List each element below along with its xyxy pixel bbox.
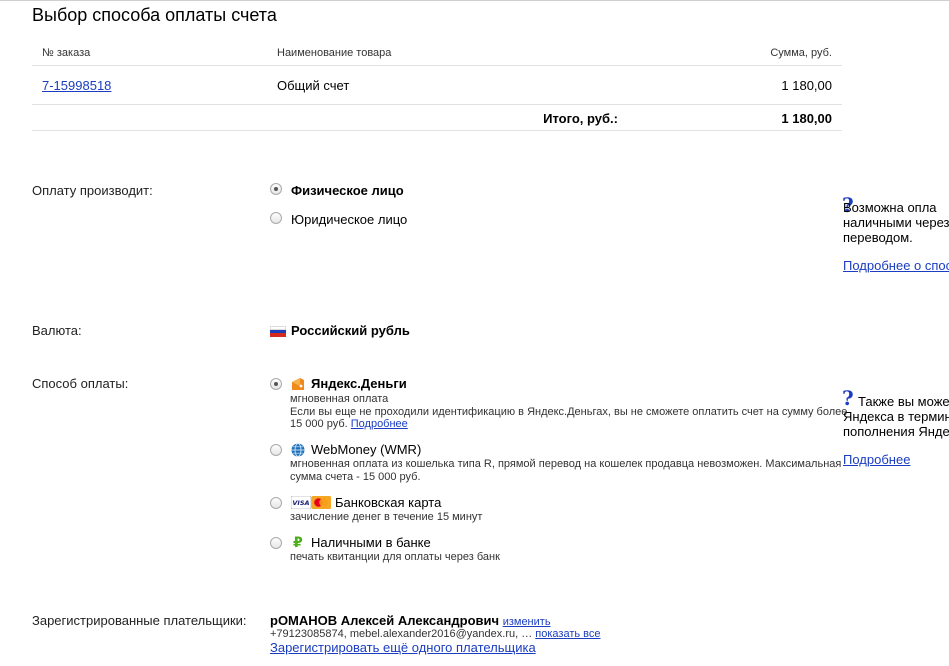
option-legal-entity-label[interactable]: Юридическое лицо — [291, 212, 407, 227]
webmoney-globe-icon — [291, 443, 305, 457]
payer-contacts: +79123085874, mebel.alexander2016@yandex… — [270, 628, 533, 640]
option-individual-label[interactable]: Физическое лицо — [291, 183, 404, 198]
table-divider — [32, 104, 842, 105]
currency-value: Российский рубль — [291, 323, 410, 338]
page-title: Выбор способа оплаты счета — [32, 5, 277, 25]
yandex-money-label[interactable]: Яндекс.Деньги — [311, 376, 407, 391]
product-name: Общий счет — [277, 78, 350, 93]
yandex-money-icon — [292, 378, 304, 390]
column-header-product: Наименование товара — [277, 47, 392, 59]
webmoney-limit: сумма счета - 15 000 руб. — [290, 471, 421, 483]
payment-help-link[interactable]: Подробнее — [843, 452, 910, 467]
row-amount: 1 180,00 — [781, 78, 832, 93]
payer-name-row: рОМАНОВ Алексей Александрович изменить — [270, 613, 551, 628]
total-label: Итого, руб.: — [543, 111, 618, 126]
table-divider — [32, 130, 842, 131]
cash-in-bank-desc: печать квитанции для оплаты через банк — [290, 551, 500, 563]
radio-individual[interactable] — [270, 183, 282, 195]
radio-webmoney[interactable] — [270, 444, 282, 456]
payer-help-line-1: Возможна опла — [843, 200, 937, 215]
bank-card-desc: зачисление денег в течение 15 минут — [290, 511, 483, 523]
ruble-icon: ₽ — [293, 534, 303, 550]
currency-label: Валюта: — [32, 323, 82, 338]
webmoney-label[interactable]: WebMoney (WMR) — [311, 442, 421, 457]
russia-flag-icon — [270, 326, 286, 337]
yandex-money-more-link[interactable]: Подробнее — [351, 418, 408, 430]
webmoney-desc: мгновенная оплата из кошелька типа R, пр… — [290, 458, 842, 470]
table-divider — [32, 65, 842, 66]
help-question-icon: ? — [842, 386, 854, 410]
column-header-amount: Сумма, руб. — [770, 47, 832, 59]
payer-help-line-3: переводом. — [843, 230, 913, 245]
column-header-order-no: № заказа — [42, 47, 91, 59]
payment-help-line-3: пополнения Янде — [843, 424, 949, 439]
bank-card-label[interactable]: Банковская карта — [335, 495, 441, 510]
payer-help-line-2: наличными через — [843, 215, 949, 230]
bank-card-icon: VISA — [291, 496, 331, 509]
add-payer-link[interactable]: Зарегистрировать ещё одного плательщика — [270, 640, 536, 655]
yandex-money-desc: мгновенная оплата — [290, 393, 389, 405]
yandex-money-limit-text: 15 000 руб. — [290, 418, 348, 430]
registered-payers-label: Зарегистрированные плательщики: — [32, 613, 247, 628]
cash-in-bank-label[interactable]: Наличными в банке — [311, 535, 431, 550]
payment-help-line-2: Яндекса в термин — [843, 409, 949, 424]
radio-legal-entity[interactable] — [270, 212, 282, 224]
radio-bank-card[interactable] — [270, 497, 282, 509]
payer-label: Оплату производит: — [32, 183, 153, 198]
order-number-link[interactable]: 7-15998518 — [42, 78, 111, 93]
payer-help-link[interactable]: Подробнее о спос — [843, 258, 949, 273]
payment-help-line-1: Также вы може — [858, 394, 949, 409]
radio-cash-in-bank[interactable] — [270, 537, 282, 549]
show-all-link[interactable]: показать все — [535, 628, 600, 640]
total-value: 1 180,00 — [781, 111, 832, 126]
svg-text:VISA: VISA — [292, 499, 309, 507]
change-payer-link[interactable]: изменить — [503, 616, 551, 628]
payment-method-label: Способ оплаты: — [32, 376, 129, 391]
radio-yandex-money[interactable] — [270, 378, 282, 390]
yandex-money-limit: 15 000 руб. Подробнее — [290, 418, 408, 431]
payer-name: рОМАНОВ Алексей Александрович — [270, 613, 500, 628]
